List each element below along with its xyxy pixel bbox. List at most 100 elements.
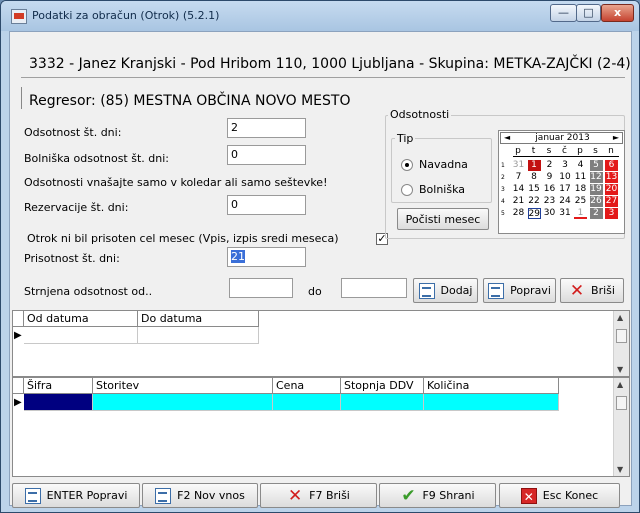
calendar-day[interactable]: 2: [589, 208, 603, 219]
calendar-day[interactable]: 28: [512, 208, 525, 219]
calendar-day[interactable]: 31: [512, 160, 525, 171]
calendar-day[interactable]: 10: [559, 172, 572, 183]
grid2-col-cena[interactable]: Cena: [273, 378, 341, 394]
calendar-day[interactable]: 24: [559, 196, 572, 207]
calendar-day[interactable]: 17: [559, 184, 572, 195]
grid2-col-sifra[interactable]: Šifra: [24, 378, 93, 394]
grid1-cell-od[interactable]: [24, 327, 138, 344]
calendar-day[interactable]: 16: [543, 184, 556, 195]
calendar-day[interactable]: 7: [512, 172, 525, 183]
grid2-cell-stopnja-ddv[interactable]: [341, 394, 424, 411]
popravi-button[interactable]: Popravi: [483, 278, 556, 303]
scroll-up-icon[interactable]: ▲: [617, 313, 623, 322]
calendar-weekday-underline: [513, 156, 619, 157]
otrok-label: Otrok ni bil prisoten cel mesec (Vpis, i…: [27, 232, 339, 245]
child-header: 3332 - Janez Kranjski - Pod Hribom 110, …: [29, 56, 631, 72]
calendar-day[interactable]: 3: [559, 160, 572, 171]
calendar-day[interactable]: 1: [574, 208, 587, 219]
calendar-day[interactable]: 19: [589, 184, 603, 195]
dodaj-button[interactable]: Dodaj: [413, 278, 478, 303]
calendar-day[interactable]: 29: [527, 208, 541, 219]
calendar-day[interactable]: 30: [543, 208, 556, 219]
grid2-col-storitev[interactable]: Storitev: [93, 378, 273, 394]
calendar-day[interactable]: 12: [589, 172, 603, 183]
delete-x-icon: ✕: [288, 485, 303, 506]
calendar-day[interactable]: 9: [543, 172, 556, 183]
grid2-cell-cena[interactable]: [273, 394, 341, 411]
popravi-label: Popravi: [510, 284, 551, 297]
scroll-up-icon[interactable]: ▲: [617, 380, 623, 389]
enter-popravi-label: ENTER Popravi: [46, 489, 128, 502]
do-label: do: [308, 285, 322, 298]
bolniska-field[interactable]: 0: [227, 145, 306, 165]
calendar-day[interactable]: 11: [574, 172, 587, 183]
radio-bolniska[interactable]: [401, 184, 413, 196]
do-date-field[interactable]: [341, 278, 407, 298]
calendar-header: januar 2013 ◄ ►: [500, 132, 623, 144]
grid2-cell-kolicina[interactable]: [424, 394, 559, 411]
prisotnost-field[interactable]: 21: [227, 247, 306, 267]
f7-brisi-button[interactable]: ✕ F7 Briši: [260, 483, 377, 508]
grid1-corner: [13, 311, 24, 327]
calendar-day[interactable]: 23: [543, 196, 556, 207]
close-button[interactable]: x: [601, 4, 634, 22]
calendar-day[interactable]: 21: [512, 196, 525, 207]
scroll-down-icon[interactable]: ▼: [617, 465, 623, 474]
close-box-icon: ✕: [520, 487, 537, 504]
grid1-cell-do[interactable]: [138, 327, 259, 344]
grid2-col-stopnja-ddv[interactable]: Stopnja DDV: [341, 378, 424, 394]
scroll-down-icon[interactable]: ▼: [617, 365, 623, 374]
grid2-col-kolicina[interactable]: Količina: [424, 378, 559, 394]
brisi-label: Briši: [591, 284, 615, 297]
calendar-day[interactable]: 15: [528, 184, 541, 195]
radio-bolniska-label: Bolniška: [419, 183, 466, 196]
brisi-button[interactable]: ✕ Briši: [560, 278, 624, 303]
grid2-cell-storitev[interactable]: [93, 394, 273, 411]
esc-konec-button[interactable]: ✕ Esc Konec: [499, 483, 620, 508]
grid2-cell-sifra[interactable]: [24, 394, 93, 411]
calendar-day[interactable]: 5: [589, 160, 603, 171]
calendar-day[interactable]: 31: [559, 208, 572, 219]
calendar-week-number: 3: [501, 186, 505, 193]
calendar-day[interactable]: 2: [543, 160, 556, 171]
pocisti-mesec-button[interactable]: Počisti mesec: [397, 208, 489, 230]
maximize-button[interactable]: □: [576, 4, 601, 22]
grid1-col-do-datuma[interactable]: Do datuma: [138, 311, 259, 327]
calendar[interactable]: januar 2013 ◄ ► p t s č p s n 1 31 1 2 3 4 5 6 2 7 8 9 10 11…: [498, 130, 625, 234]
calendar-day[interactable]: 14: [512, 184, 525, 195]
app-window: Podatki za obračun (Otrok) (5.2.1) — □ x…: [0, 0, 640, 513]
f2-nov-vnos-button[interactable]: F2 Nov vnos: [142, 483, 258, 508]
f9-shrani-button[interactable]: ✔ F9 Shrani: [379, 483, 496, 508]
od-date-field[interactable]: [229, 278, 293, 298]
calendar-day[interactable]: 4: [574, 160, 587, 171]
grid2-scrollbar[interactable]: ▲ ▼: [613, 378, 629, 476]
calendar-day[interactable]: 25: [574, 196, 587, 207]
bolniska-label: Bolniška odsotnost št. dni:: [24, 152, 169, 165]
odsotnost-field[interactable]: 2: [227, 118, 306, 138]
grid1-col-od-datuma[interactable]: Od datuma: [24, 311, 138, 327]
calendar-day[interactable]: 13: [605, 172, 618, 183]
calendar-day[interactable]: 27: [605, 196, 618, 207]
calendar-day[interactable]: 20: [605, 184, 618, 195]
delete-x-icon: ✕: [569, 280, 585, 301]
grid1-scrollbar[interactable]: ▲ ▼: [613, 311, 629, 376]
rezervacije-field[interactable]: 0: [227, 195, 306, 215]
calendar-day[interactable]: 18: [574, 184, 587, 195]
minimize-button[interactable]: —: [550, 4, 577, 22]
calendar-day[interactable]: 6: [605, 160, 618, 171]
calendar-day[interactable]: 1: [527, 160, 541, 171]
document-icon: [418, 282, 435, 299]
calendar-day[interactable]: 3: [605, 208, 618, 219]
grid1-scroll-thumb[interactable]: [616, 329, 627, 343]
services-grid[interactable]: Šifra Storitev Cena Stopnja DDV Količina…: [12, 377, 630, 477]
calendar-day[interactable]: 26: [589, 196, 603, 207]
calendar-next-icon[interactable]: ►: [613, 133, 619, 143]
calendar-prev-icon[interactable]: ◄: [504, 133, 510, 143]
grid2-scroll-thumb[interactable]: [616, 396, 627, 410]
absence-range-grid[interactable]: Od datuma Do datuma ▶ ▲ ▼: [12, 310, 630, 377]
title-bar[interactable]: Podatki za obračun (Otrok) (5.2.1) — □ x: [1, 1, 639, 31]
enter-popravi-button[interactable]: ENTER Popravi: [12, 483, 140, 508]
radio-navadna[interactable]: [401, 159, 413, 171]
calendar-day[interactable]: 8: [528, 172, 541, 183]
calendar-day[interactable]: 22: [528, 196, 541, 207]
